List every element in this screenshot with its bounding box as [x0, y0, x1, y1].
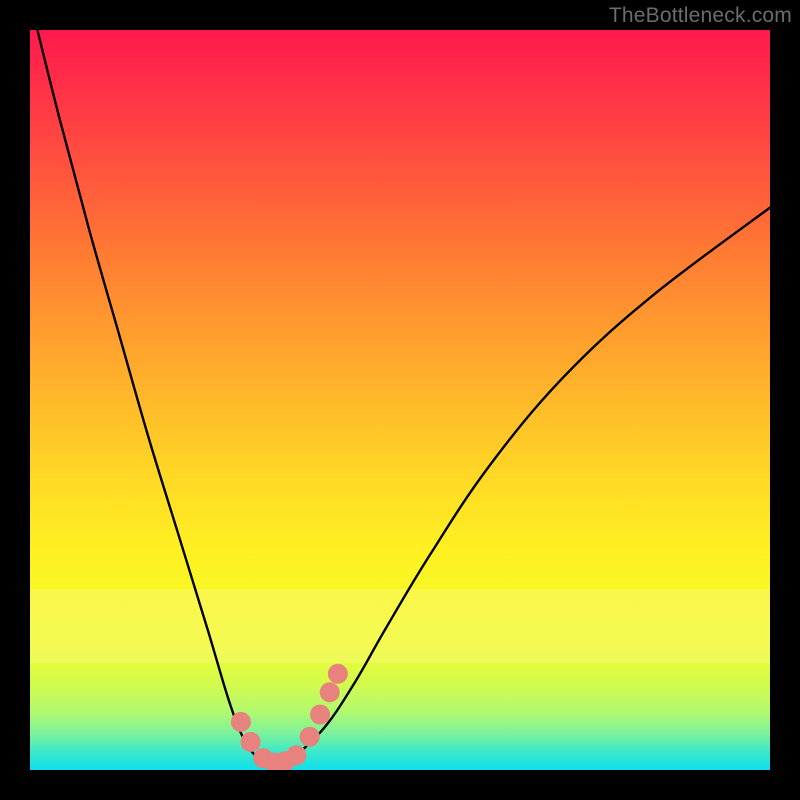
- highlight-dot: [286, 745, 306, 765]
- highlight-dot: [300, 727, 320, 747]
- highlight-dot: [231, 712, 251, 732]
- plot-area: [30, 30, 770, 770]
- watermark-text: TheBottleneck.com: [609, 4, 792, 28]
- highlight-dots: [231, 664, 348, 770]
- bottleneck-curve: [37, 30, 770, 763]
- curve-layer: [30, 30, 770, 770]
- highlight-dot: [310, 705, 330, 725]
- highlight-dot: [320, 682, 340, 702]
- highlight-dot: [241, 732, 261, 752]
- highlight-dot: [328, 664, 348, 684]
- chart-frame: TheBottleneck.com: [0, 0, 800, 800]
